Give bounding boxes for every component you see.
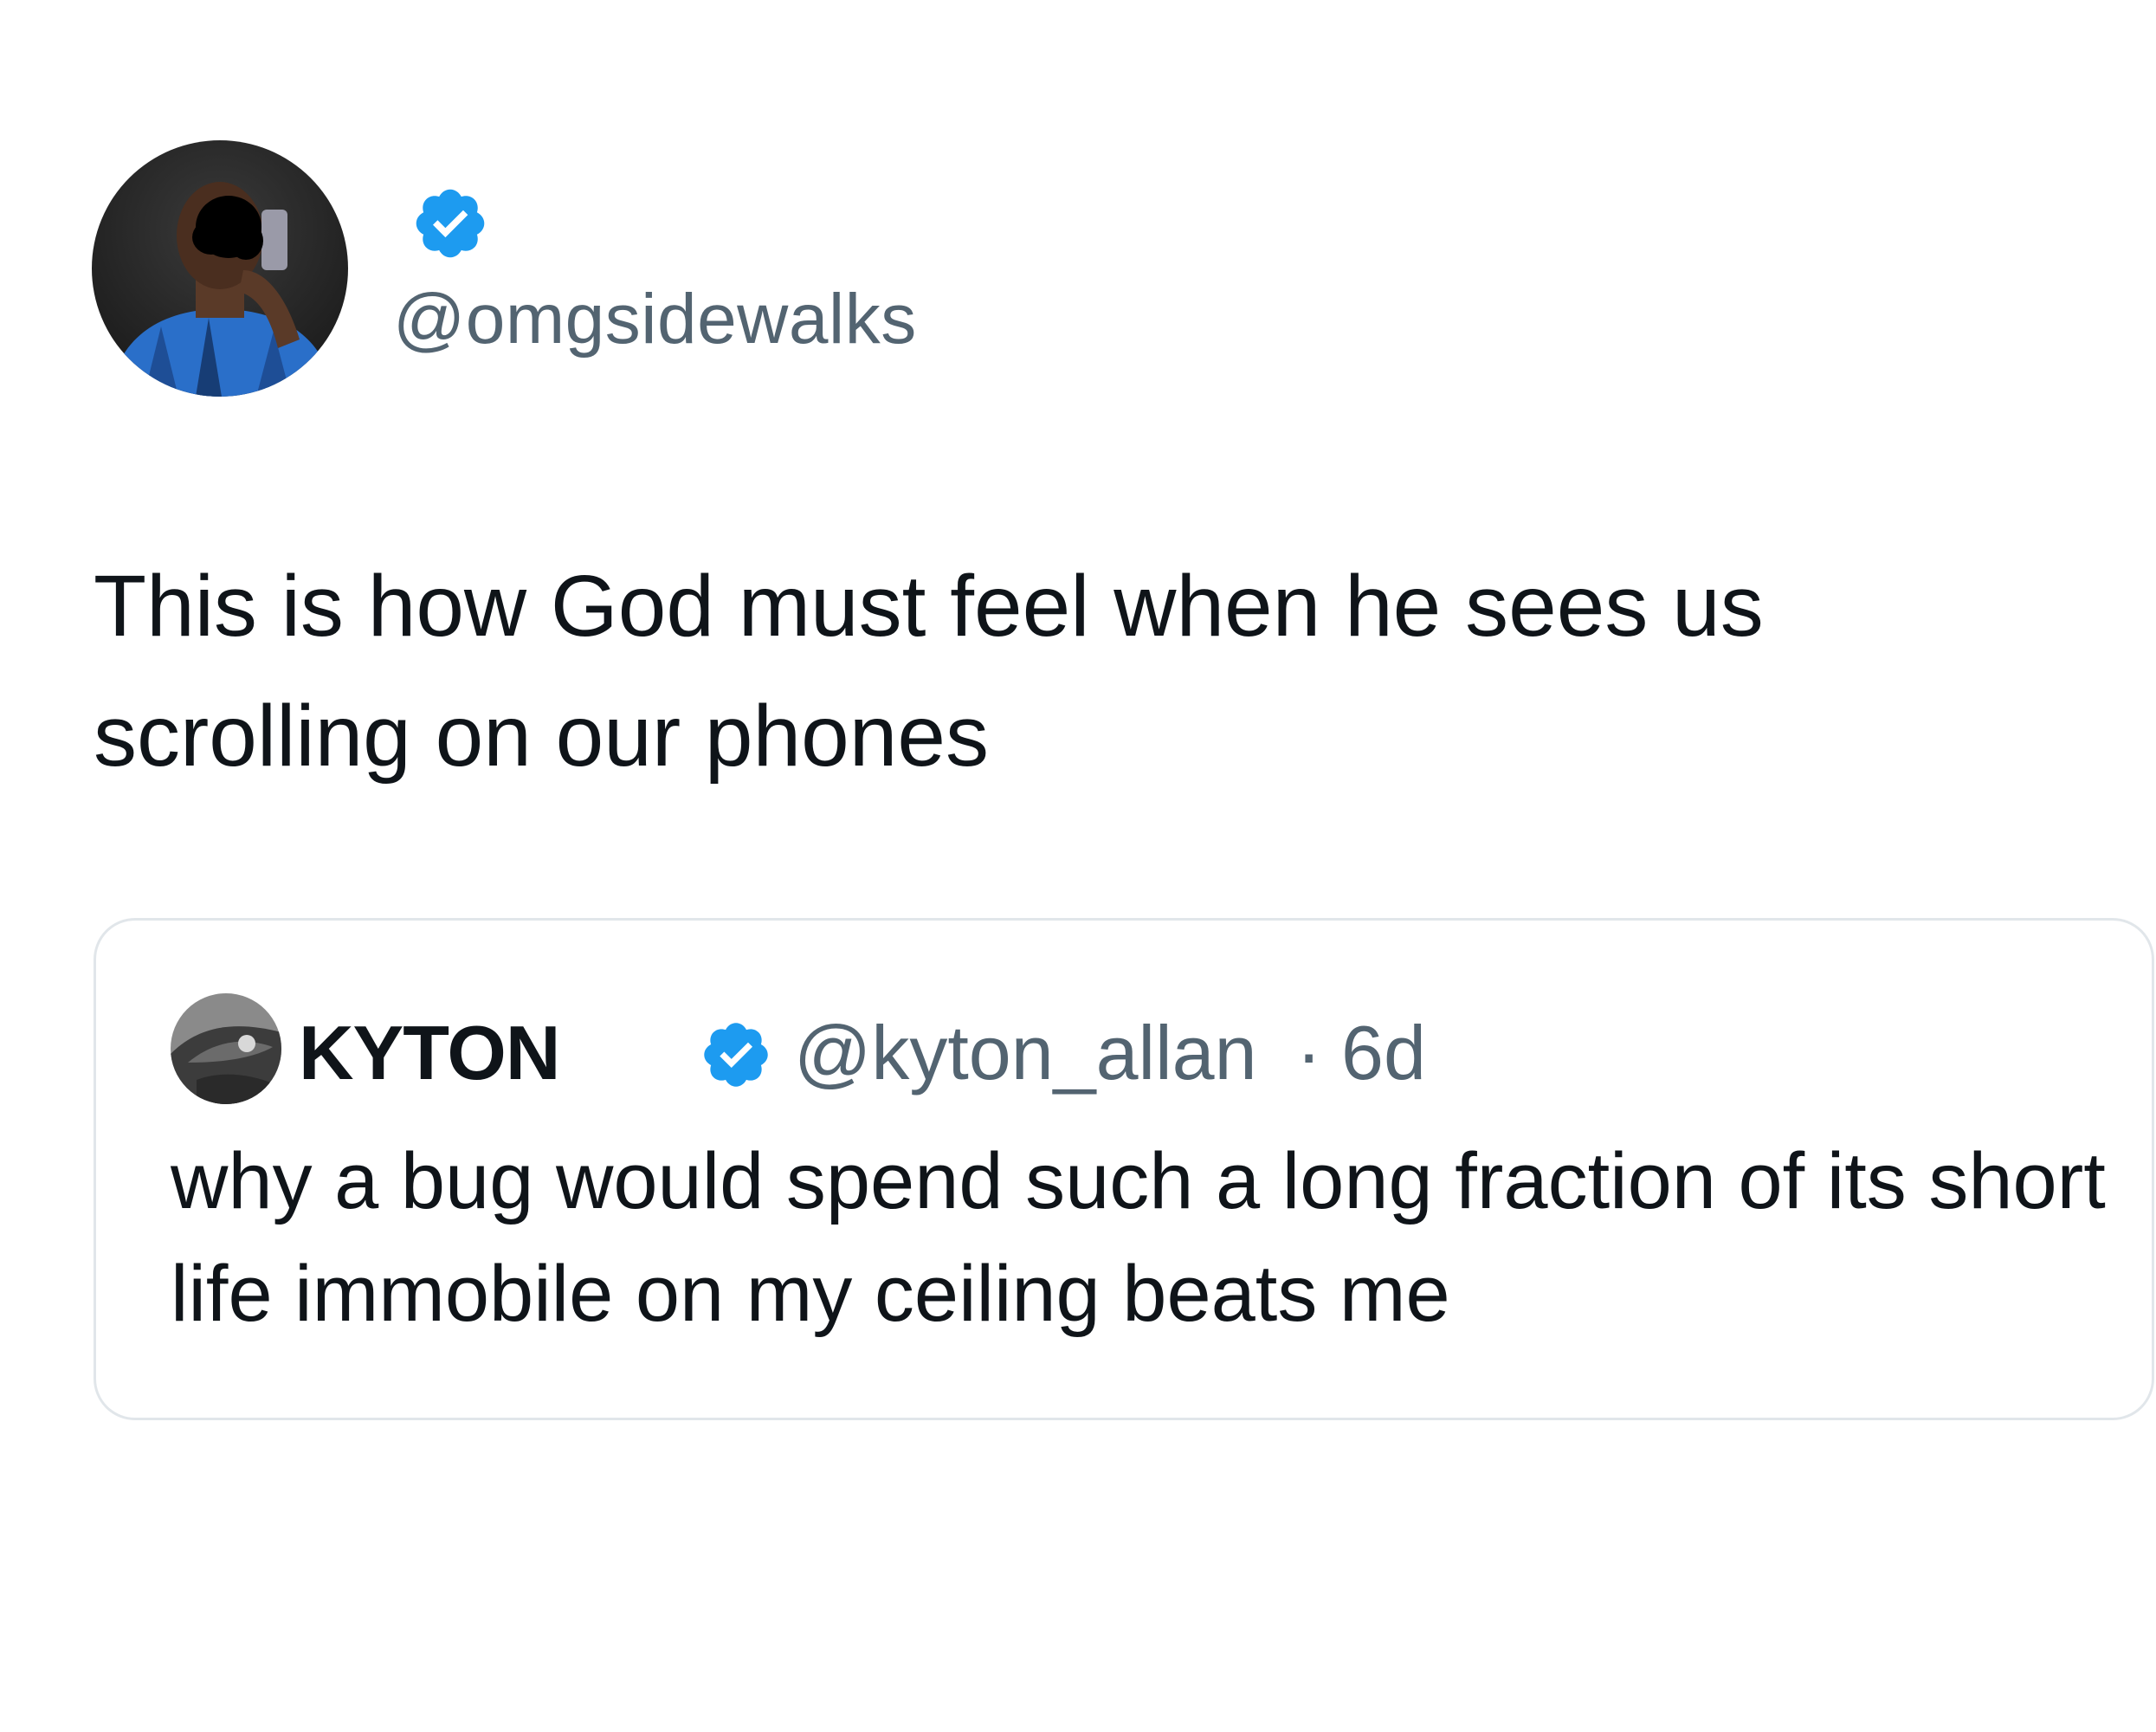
separator-dot: · <box>1296 1010 1322 1095</box>
quoted-tweet-text: why a bug would spend such a long fracti… <box>171 1137 2106 1338</box>
quoted-author-name[interactable]: KYTON <box>299 1009 560 1097</box>
avatar[interactable] <box>92 140 348 397</box>
quoted-tweet-card[interactable]: KYTON @kyton_allan · 6d why a bug would … <box>94 918 2154 1420</box>
avatar-photo-icon <box>92 140 348 397</box>
verified-badge-icon <box>416 189 485 258</box>
tweet: @omgsidewalks This is how God must feel … <box>0 0 2156 1732</box>
verified-badge-icon <box>704 1023 768 1087</box>
author-handle[interactable]: @omgsidewalks <box>393 279 917 360</box>
quoted-avatar[interactable] <box>171 993 281 1104</box>
quoted-timestamp[interactable]: 6d <box>1341 1009 1426 1097</box>
quoted-author-handle[interactable]: @kyton_allan <box>794 1009 1257 1097</box>
tweet-text: This is how God must feel when he sees u… <box>94 558 1764 785</box>
quoted-avatar-photo-icon <box>171 993 281 1104</box>
